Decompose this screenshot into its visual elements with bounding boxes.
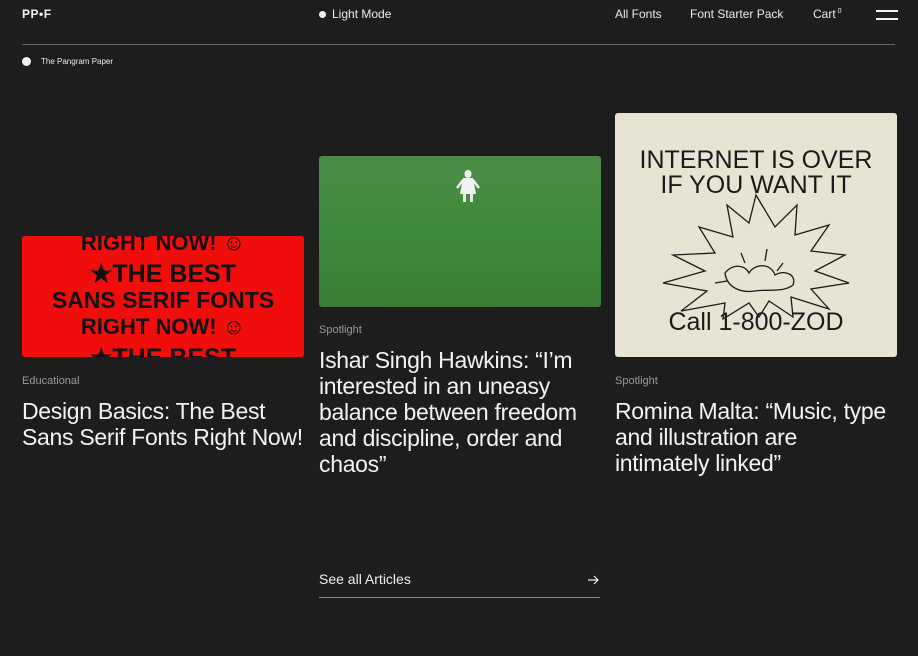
article-title[interactable]: Romina Malta: “Music, type and illustrat… <box>615 398 897 476</box>
article-image-grass-field[interactable] <box>319 156 601 307</box>
article-category: Spotlight <box>615 375 658 387</box>
article-card-romina-malta[interactable]: INTERNET IS OVER IF YOU WANT IT Call 1-8… <box>615 0 897 656</box>
see-all-articles-link[interactable]: See all Articles <box>319 571 600 598</box>
article-category: Educational <box>22 375 80 387</box>
article-image-internet-is-over[interactable]: INTERNET IS OVER IF YOU WANT IT Call 1-8… <box>615 113 897 357</box>
article-card-ishar-singh-hawkins[interactable]: Spotlight Ishar Singh Hawkins: “I’m inte… <box>319 0 601 656</box>
red-typography-poster: RIGHT NOW! ☺ ★THE BEST SANS SERIF FONTS … <box>22 236 304 357</box>
svg-text:★THE BEST: ★THE BEST <box>90 344 236 357</box>
article-title[interactable]: Design Basics: The Best Sans Serif Fonts… <box>22 398 304 450</box>
article-card-design-basics[interactable]: RIGHT NOW! ☺ ★THE BEST SANS SERIF FONTS … <box>22 0 304 656</box>
internet-is-over-poster: INTERNET IS OVER IF YOU WANT IT Call 1-8… <box>615 113 897 357</box>
svg-text:SANS SERIF FONTS: SANS SERIF FONTS <box>52 287 274 313</box>
svg-text:★THE BEST: ★THE BEST <box>90 260 236 288</box>
see-all-label: See all Articles <box>319 571 411 587</box>
article-category: Spotlight <box>319 324 362 336</box>
article-image-best-sans-serif[interactable]: RIGHT NOW! ☺ ★THE BEST SANS SERIF FONTS … <box>22 236 304 357</box>
grass-field-photo <box>319 156 601 307</box>
article-title[interactable]: Ishar Singh Hawkins: “I’m interested in … <box>319 347 601 477</box>
svg-text:RIGHT NOW! ☺: RIGHT NOW! ☺ <box>81 236 245 255</box>
svg-text:INTERNET IS OVER: INTERNET IS OVER <box>640 146 873 174</box>
svg-text:RIGHT NOW! ☺: RIGHT NOW! ☺ <box>81 314 245 339</box>
arrow-right-icon <box>588 575 599 585</box>
